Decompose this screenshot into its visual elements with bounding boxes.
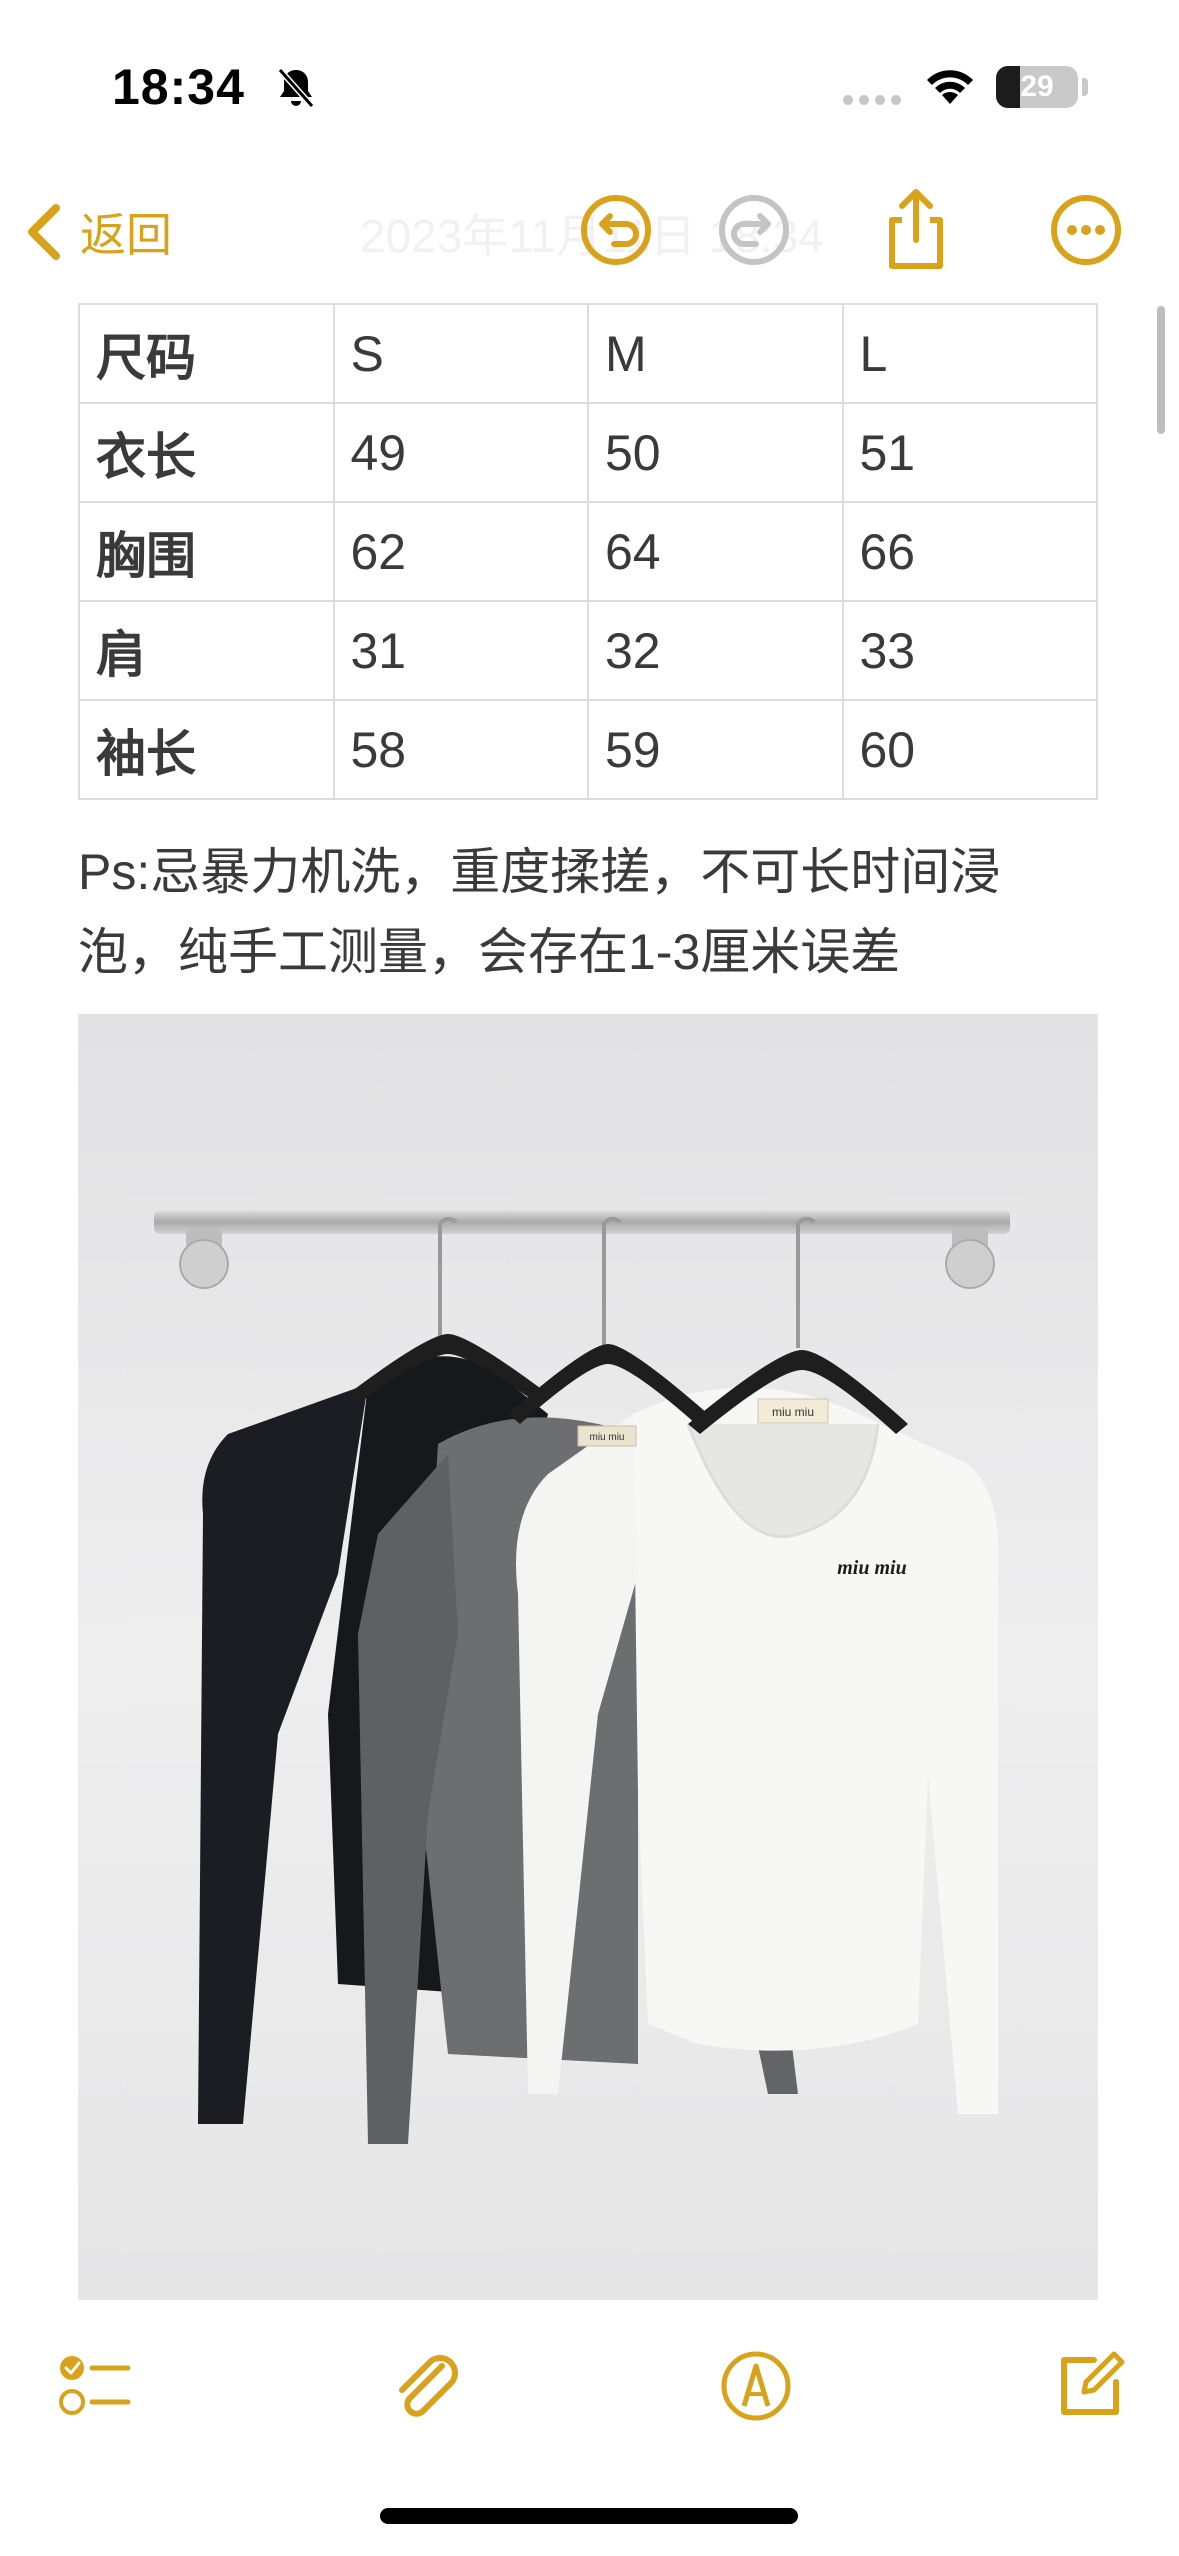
table-cell: M xyxy=(587,303,844,404)
redo-icon[interactable] xyxy=(708,184,800,276)
logo-text: miu miu xyxy=(837,1557,906,1579)
table-cell: L xyxy=(841,303,1098,404)
bell-slash-icon xyxy=(277,68,315,108)
table-cell: 51 xyxy=(841,402,1098,503)
scroll-indicator[interactable] xyxy=(1157,306,1165,434)
chevron-left-icon xyxy=(28,204,60,260)
table-cell: 尺码 xyxy=(78,303,335,404)
back-label: 返回 xyxy=(80,209,172,261)
note-line: Ps:忌暴力机洗，重度揉搓，不可长时间浸 xyxy=(78,844,1001,900)
table-cell: S xyxy=(332,303,589,404)
cellular-signal-icon xyxy=(843,95,901,105)
table-cell: 肩 xyxy=(78,600,335,701)
label-text: miu miu xyxy=(589,1432,624,1443)
table-cell: 袖长 xyxy=(78,699,335,800)
table-cell: 66 xyxy=(841,501,1098,602)
product-photo[interactable]: miu miu miu miu miu miu xyxy=(78,1014,1098,2300)
paperclip-icon[interactable] xyxy=(386,2346,466,2426)
table-row: 胸围 62 64 66 xyxy=(78,501,1098,602)
table-cell: 59 xyxy=(587,699,844,800)
knit-tops-illustration: miu miu miu miu miu miu xyxy=(78,1014,1098,2300)
table-header-row: 尺码 S M L xyxy=(78,303,1098,404)
table-row: 袖长 58 59 60 xyxy=(78,699,1098,800)
table-cell: 胸围 xyxy=(78,501,335,602)
battery-percent: 29 xyxy=(1020,70,1054,103)
table-cell: 49 xyxy=(332,402,589,503)
status-bar: 18:34 29 xyxy=(0,0,1179,170)
table-cell: 64 xyxy=(587,501,844,602)
markup-pen-icon[interactable] xyxy=(716,2346,796,2426)
bottom-toolbar xyxy=(0,2310,1179,2460)
compose-icon[interactable] xyxy=(1050,2346,1130,2426)
table-cell: 58 xyxy=(332,699,589,800)
note-line: 泡，纯手工测量，会存在1-3厘米误差 xyxy=(78,924,901,980)
nav-bar: 返回 2023年11月11日 18:34 xyxy=(0,170,1179,290)
undo-icon[interactable] xyxy=(570,184,662,276)
table-cell: 33 xyxy=(841,600,1098,701)
checklist-icon[interactable] xyxy=(54,2346,134,2426)
table-cell: 31 xyxy=(332,600,589,701)
size-table: 尺码 S M L 衣长 49 50 51 胸围 62 64 66 肩 31 32… xyxy=(78,303,1098,800)
share-icon[interactable] xyxy=(870,184,962,276)
table-cell: 62 xyxy=(332,501,589,602)
table-cell: 60 xyxy=(841,699,1098,800)
status-time: 18:34 xyxy=(112,59,245,115)
table-cell: 32 xyxy=(587,600,844,701)
table-row: 衣长 49 50 51 xyxy=(78,402,1098,503)
wifi-icon xyxy=(927,70,973,104)
table-row: 肩 31 32 33 xyxy=(78,600,1098,701)
label-text: miu miu xyxy=(772,1405,814,1419)
back-button[interactable]: 返回 xyxy=(22,192,172,272)
table-cell: 50 xyxy=(587,402,844,503)
battery-cap xyxy=(1082,78,1088,96)
more-icon[interactable] xyxy=(1040,184,1132,276)
home-indicator[interactable] xyxy=(380,2508,798,2524)
battery-icon: 29 xyxy=(996,66,1078,108)
table-cell: 衣长 xyxy=(78,402,335,503)
note-text[interactable]: Ps:忌暴力机洗，重度揉搓，不可长时间浸 泡，纯手工测量，会存在1-3厘米误差 xyxy=(78,832,1078,992)
